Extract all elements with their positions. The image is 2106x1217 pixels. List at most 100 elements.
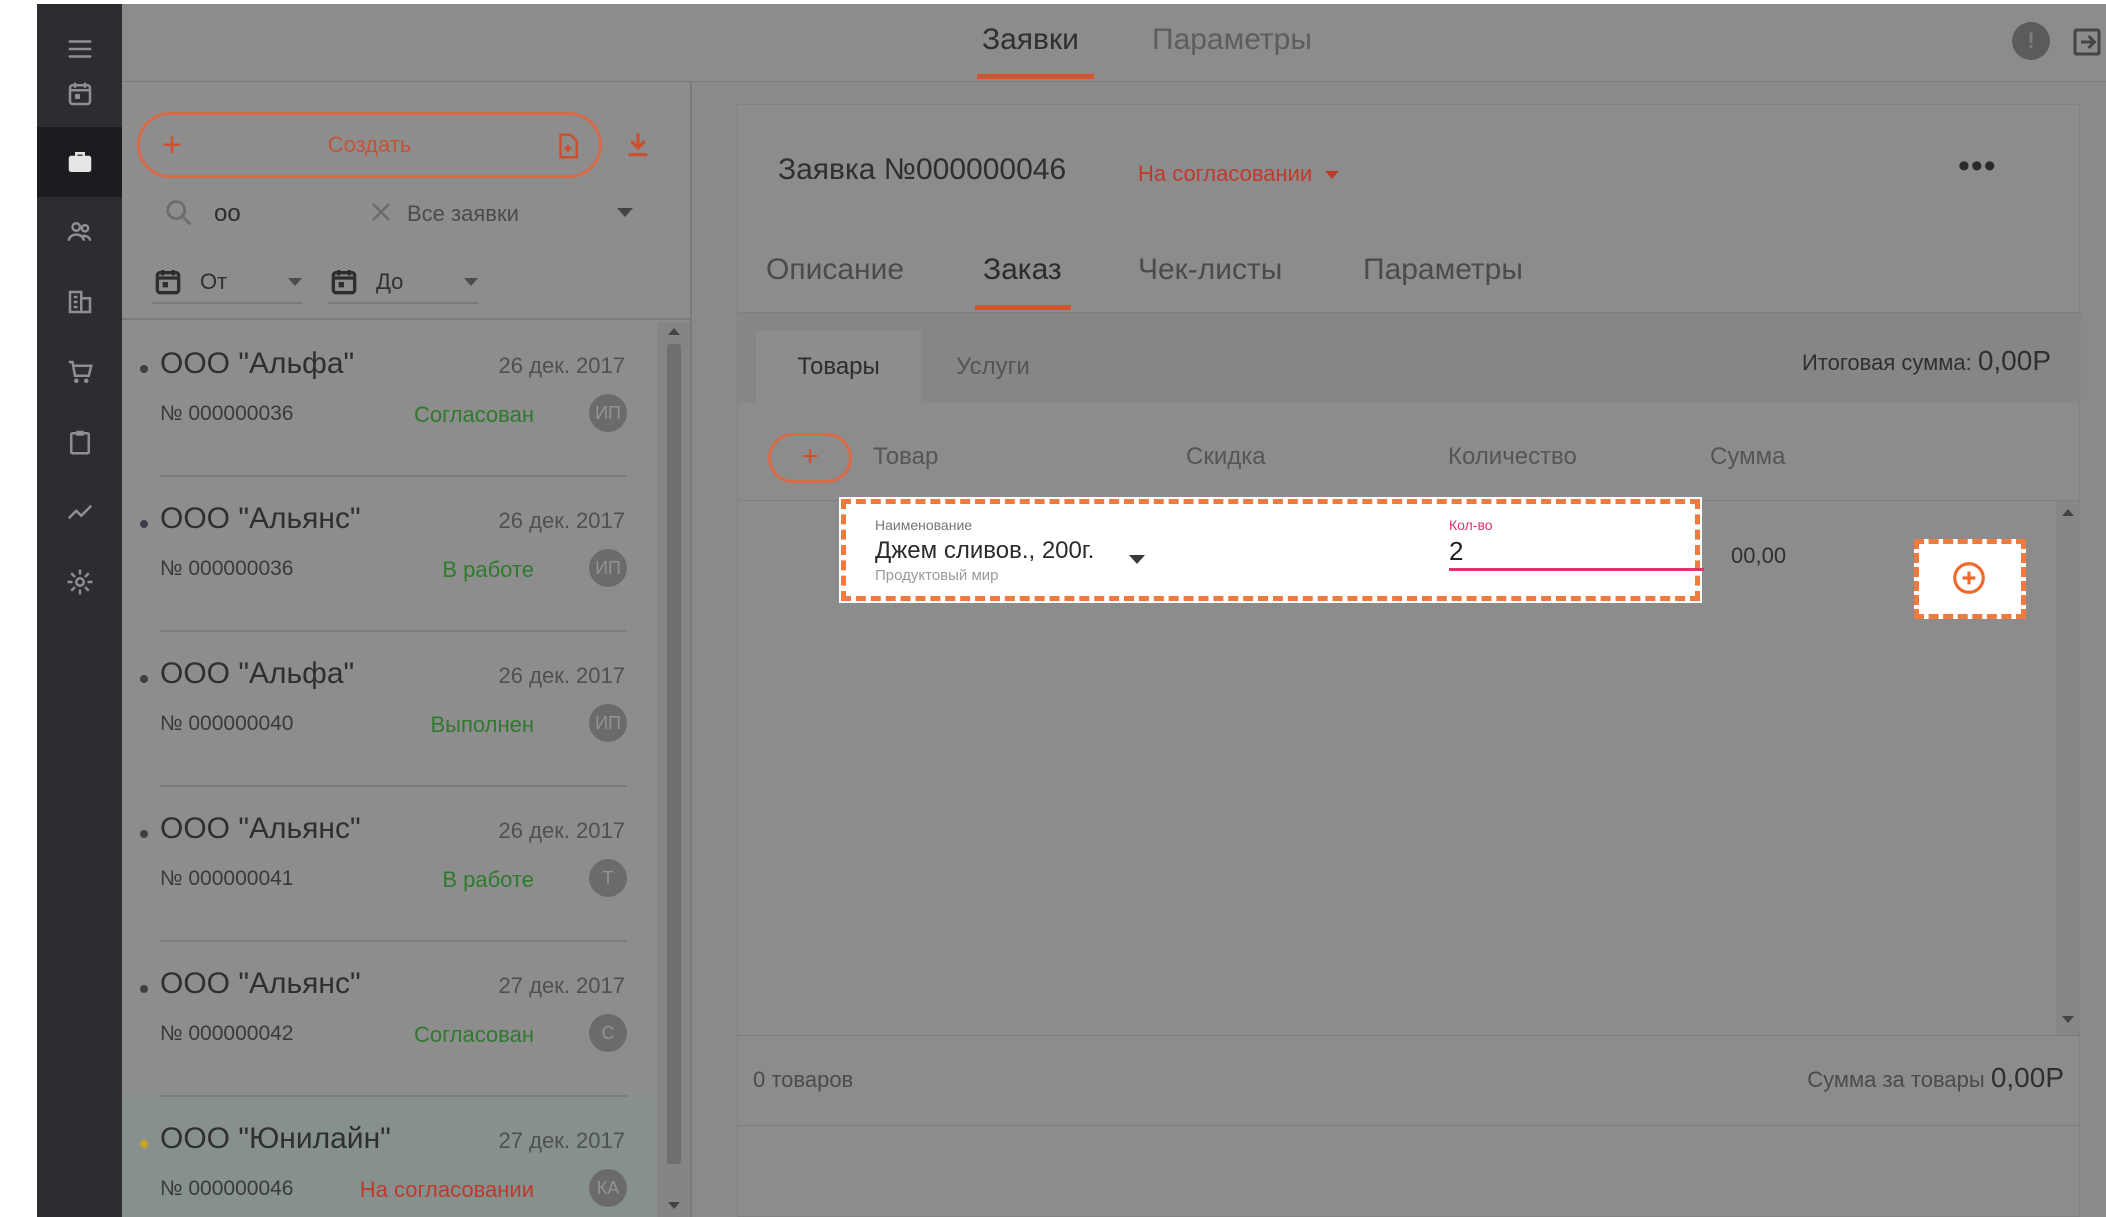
briefcase-icon[interactable] xyxy=(37,127,122,197)
tab-parameters[interactable]: Параметры xyxy=(1363,253,1523,287)
list-item-selected[interactable]: ООО "Юнилайн" 27 дек. 2017 № 000000046 Н… xyxy=(122,1097,657,1217)
status-badge: Согласован xyxy=(413,1022,534,1047)
scroll-down-icon[interactable] xyxy=(668,1202,680,1209)
avatar: Т xyxy=(589,859,627,897)
chevron-down-icon[interactable] xyxy=(1325,171,1339,179)
order-date: 26 дек. 2017 xyxy=(498,353,625,378)
calendar-icon[interactable] xyxy=(37,59,122,129)
order-client: ООО "Альфа" xyxy=(160,657,355,690)
list-item[interactable]: ООО "Альфа" 26 дек. 2017 № 000000036 Сог… xyxy=(122,322,657,477)
column-header-sum: Сумма xyxy=(1710,443,1786,470)
document-icon[interactable] xyxy=(553,129,583,163)
name-field-label: Наименование xyxy=(875,517,973,533)
date-from-label: От xyxy=(200,269,228,294)
users-icon[interactable] xyxy=(37,197,122,267)
quantity-field-label: Кол-во xyxy=(1449,517,1493,533)
order-client: ООО "Альянс" xyxy=(160,812,361,845)
plus-circle-icon[interactable] xyxy=(1950,559,1988,597)
subtab-services[interactable]: Услуги xyxy=(956,331,1030,403)
more-menu-button[interactable]: ••• xyxy=(1958,147,1997,186)
list-scrollbar[interactable] xyxy=(657,322,690,1217)
calendar-icon xyxy=(328,266,360,298)
chevron-down-icon xyxy=(464,278,478,286)
tab-parameters[interactable]: Параметры xyxy=(1152,4,1312,82)
order-detail-card: Заявка №000000046 На согласовании ••• Оп… xyxy=(737,104,2081,1217)
active-tab-indicator xyxy=(977,74,1094,79)
scroll-up-icon[interactable] xyxy=(668,328,680,335)
goods-sum-label: Сумма за товары xyxy=(1807,1067,1985,1092)
tab-requests[interactable]: Заявки xyxy=(982,4,1079,82)
subtab-goods[interactable]: Товары xyxy=(756,331,921,403)
avatar: ИП xyxy=(589,549,627,587)
close-icon[interactable] xyxy=(367,198,395,226)
table-scrollbar[interactable] xyxy=(2056,501,2080,1036)
avatar: С xyxy=(589,1014,627,1052)
info-icon[interactable]: ! xyxy=(2012,22,2050,60)
supplier-label: Продуктовый мир xyxy=(875,567,999,584)
add-item-button[interactable] xyxy=(1914,539,2026,619)
download-icon[interactable] xyxy=(622,128,654,160)
scroll-down-icon[interactable] xyxy=(2062,1016,2074,1023)
column-header-goods: Товар xyxy=(873,443,939,470)
order-date: 27 дек. 2017 xyxy=(498,973,625,998)
scrollbar-thumb[interactable] xyxy=(667,344,681,1164)
settings-icon[interactable] xyxy=(37,547,122,617)
order-client: ООО "Альфа" xyxy=(160,347,355,380)
column-header-quantity: Количество xyxy=(1448,443,1577,470)
status-badge: В работе xyxy=(442,557,534,582)
app-window: Заявки Параметры ! + Создать Все заявки xyxy=(37,4,2106,1217)
quantity-input[interactable] xyxy=(1449,535,1704,571)
order-client: ООО "Альянс" xyxy=(160,502,361,535)
status-badge: В работе xyxy=(442,867,534,892)
search-icon xyxy=(162,196,196,230)
top-bar: Заявки Параметры ! xyxy=(122,4,2106,82)
clipboard-icon[interactable] xyxy=(37,407,122,477)
list-item[interactable]: ООО "Альфа" 26 дек. 2017 № 000000040 Вып… xyxy=(122,632,657,787)
status-dot xyxy=(140,520,148,528)
active-tab-indicator xyxy=(975,305,1071,310)
orders-list: ООО "Альфа" 26 дек. 2017 № 000000036 Сог… xyxy=(122,322,657,1217)
chart-icon[interactable] xyxy=(37,477,122,547)
status-dot xyxy=(140,365,148,373)
status-dot xyxy=(140,1140,148,1148)
goods-sum: Сумма за товары 0,00Р xyxy=(1807,1062,2064,1094)
orders-list-panel: + Создать Все заявки От xyxy=(122,82,692,1217)
search-input[interactable] xyxy=(214,198,344,230)
create-button-label: Создать xyxy=(327,132,412,157)
goods-sum-value: 0,00Р xyxy=(1990,1062,2064,1093)
status-dropdown[interactable]: На согласовании xyxy=(1138,161,1312,187)
exit-icon[interactable] xyxy=(2069,24,2105,60)
chevron-down-icon xyxy=(288,278,302,286)
product-select[interactable]: Джем сливов., 200г. xyxy=(875,537,1094,565)
status-badge: Выполнен xyxy=(430,712,534,737)
chevron-down-icon[interactable] xyxy=(1129,555,1145,564)
date-to-label: До xyxy=(376,269,404,294)
total-sum: Итоговая сумма: 0,00Р xyxy=(1802,345,2051,377)
order-date: 26 дек. 2017 xyxy=(498,663,625,688)
list-item[interactable]: ООО "Альянс" 27 дек. 2017 № 000000042 Со… xyxy=(122,942,657,1097)
create-button[interactable]: + Создать xyxy=(137,112,602,178)
filter-select[interactable]: Все заявки xyxy=(407,198,647,230)
scroll-up-icon[interactable] xyxy=(2062,509,2074,516)
status-dot xyxy=(140,675,148,683)
subtab-bar: Товары Услуги Итоговая сумма: 0,00Р xyxy=(738,313,2081,403)
calendar-icon xyxy=(152,266,184,298)
tab-checklists[interactable]: Чек-листы xyxy=(1138,253,1282,287)
goods-count: 0 товаров xyxy=(753,1067,854,1092)
edit-goods-row: Наименование Джем сливов., 200г. Продукт… xyxy=(839,497,1704,603)
status-badge: Согласован xyxy=(413,402,534,427)
date-to-field[interactable]: До xyxy=(328,264,478,304)
chevron-down-icon[interactable] xyxy=(617,208,633,217)
order-date: 26 дек. 2017 xyxy=(498,508,625,533)
list-item[interactable]: ООО "Альянс" 26 дек. 2017 № 000000036 В … xyxy=(122,477,657,632)
row-sum: 00,00 xyxy=(1731,543,1787,568)
order-client: ООО "Юнилайн" xyxy=(160,1122,391,1155)
add-goods-button[interactable]: + xyxy=(768,433,852,483)
date-from-field[interactable]: От xyxy=(152,264,302,304)
building-icon[interactable] xyxy=(37,267,122,337)
tab-description[interactable]: Описание xyxy=(766,253,904,287)
list-item[interactable]: ООО "Альянс" 26 дек. 2017 № 000000041 В … xyxy=(122,787,657,942)
tab-order[interactable]: Заказ xyxy=(983,253,1062,287)
cart-icon[interactable] xyxy=(37,337,122,407)
divider xyxy=(122,318,690,320)
